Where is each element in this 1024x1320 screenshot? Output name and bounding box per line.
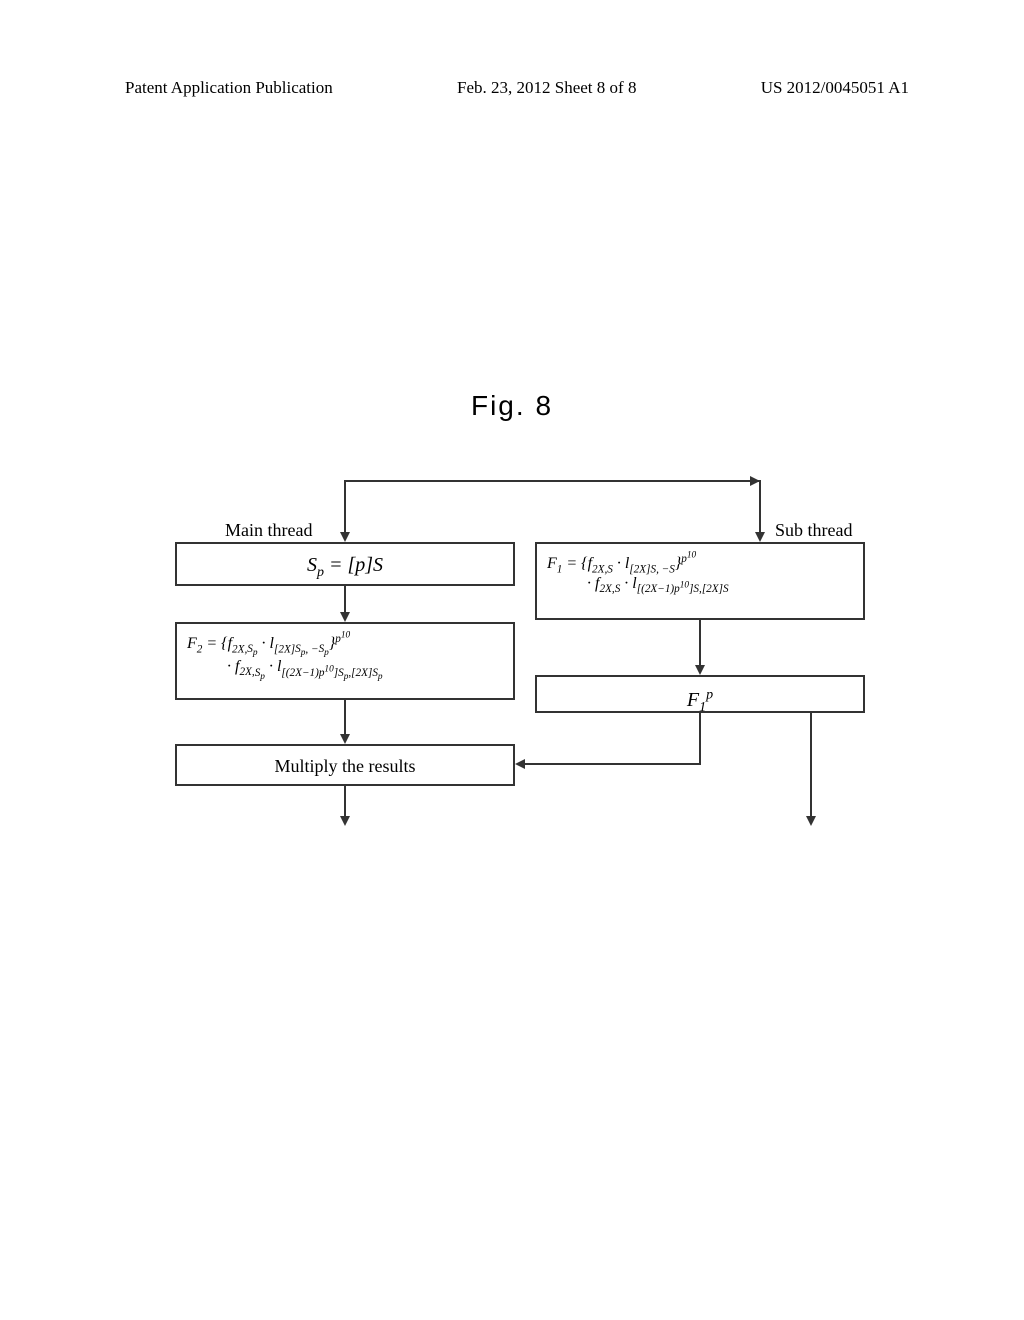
f2-line2: · f2X,Sp · l[(2X−1)p10]Sp,[2X]Sp xyxy=(187,658,503,681)
header-right: US 2012/0045051 A1 xyxy=(761,78,909,98)
arrow-line xyxy=(344,480,759,482)
arrow-line xyxy=(699,713,701,765)
sub-thread-label: Sub thread xyxy=(775,520,852,541)
arrow-line xyxy=(344,786,346,816)
box-f1p: F1p xyxy=(535,675,865,713)
arrow-head xyxy=(750,476,760,486)
header-center: Feb. 23, 2012 Sheet 8 of 8 xyxy=(457,78,636,98)
arrow-head xyxy=(340,532,350,542)
header-left: Patent Application Publication xyxy=(125,78,333,98)
box-multiply: Multiply the results xyxy=(175,744,515,786)
arrow-line xyxy=(525,763,701,765)
arrow-line xyxy=(344,480,346,532)
page-header: Patent Application Publication Feb. 23, … xyxy=(0,78,1024,98)
arrow-line xyxy=(699,620,701,665)
box-f2: F2 = {f2X,Sp · l[2X]Sp, −Sp}p10 · f2X,Sp… xyxy=(175,622,515,700)
box-sp: Sp = [p]S xyxy=(175,542,515,586)
arrow-line xyxy=(344,700,346,734)
arrow-head xyxy=(806,816,816,826)
arrow-head xyxy=(340,612,350,622)
f1p-formula: F1p xyxy=(687,689,713,711)
arrow-line xyxy=(759,480,761,532)
sp-formula: Sp = [p]S xyxy=(307,554,383,576)
arrow-line xyxy=(344,586,346,612)
f2-line1: F2 = {f2X,Sp · l[2X]Sp, −Sp}p10 xyxy=(187,630,503,658)
arrow-head xyxy=(340,816,350,826)
box-f1: F1 = {f2X,S · l[2X]S, −S}p10 · f2X,S · l… xyxy=(535,542,865,620)
figure-label: Fig. 8 xyxy=(0,390,1024,422)
f1-line2: · f2X,S · l[(2X−1)p10]S,[2X]S xyxy=(547,575,853,595)
main-thread-label: Main thread xyxy=(225,520,312,541)
arrow-line xyxy=(810,713,812,816)
f1-line1: F1 = {f2X,S · l[2X]S, −S}p10 xyxy=(547,550,853,575)
flowchart-diagram: Main thread Sub thread Sp = [p]S F1 = {f… xyxy=(155,460,875,860)
arrow-head xyxy=(340,734,350,744)
arrow-head xyxy=(515,759,525,769)
arrow-head xyxy=(755,532,765,542)
arrow-head xyxy=(695,665,705,675)
